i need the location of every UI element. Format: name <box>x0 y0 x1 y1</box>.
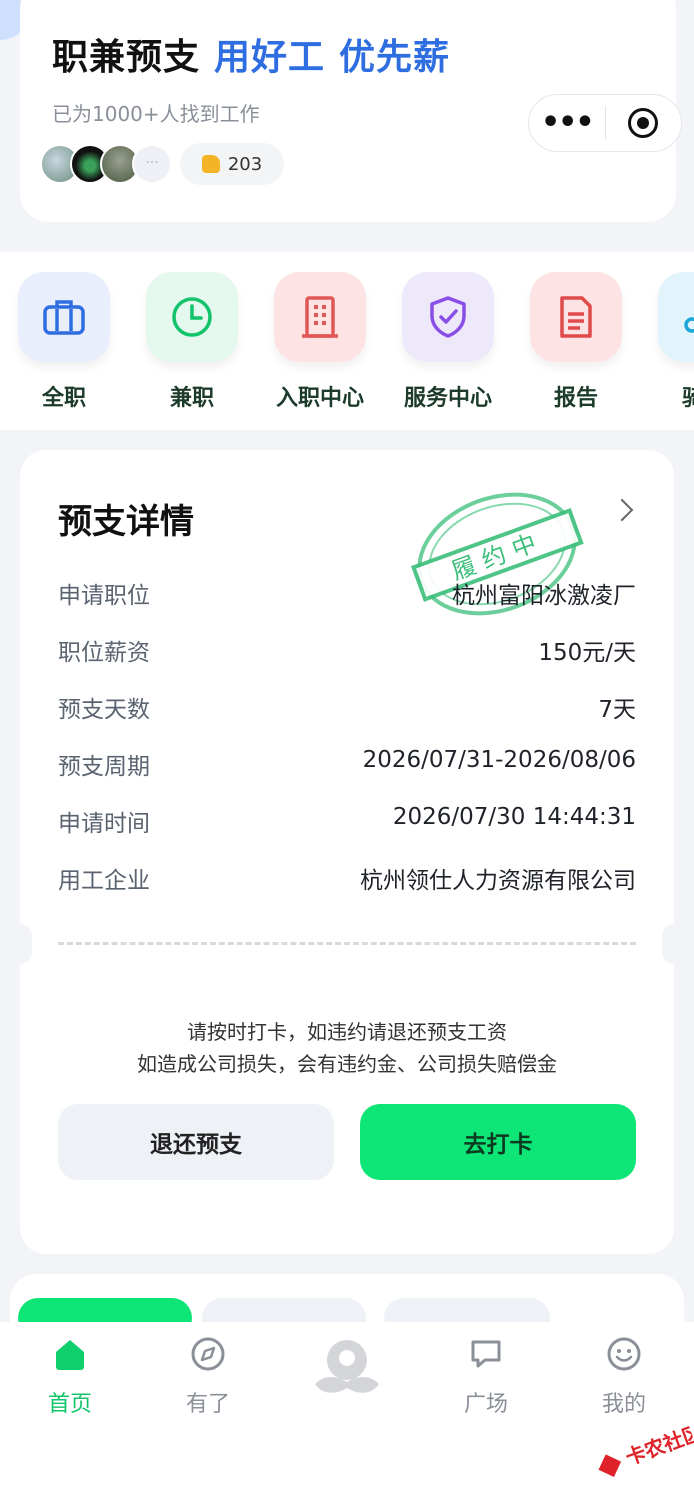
menu-item-rider[interactable]: 骑手 <box>640 272 694 412</box>
detail-row-salary: 职位薪资 150元/天 <box>58 633 636 667</box>
bottom-tab-bar: 首页 有了 广场 我的 <box>0 1322 694 1500</box>
tab-home[interactable]: 首页 <box>10 1336 130 1418</box>
chat-icon <box>471 1340 501 1368</box>
menu-item-label: 服务中心 <box>403 386 492 411</box>
detail-title: 预支详情 <box>58 502 194 542</box>
detail-row-apply-time: 申请时间 2026/07/30 14:44:31 <box>58 804 636 838</box>
card-notch-left <box>8 924 32 964</box>
tab-discover[interactable]: 有了 <box>148 1336 268 1418</box>
rider-icon <box>658 272 694 362</box>
detail-key: 职位薪资 <box>58 640 150 666</box>
dashed-divider <box>58 942 636 945</box>
detail-key: 申请职位 <box>58 583 150 609</box>
detail-value: 2026/07/31-2026/08/06 <box>362 747 636 773</box>
title-tag-1: 用好工 <box>214 37 326 78</box>
detail-row-period: 预支周期 2026/07/31-2026/08/06 <box>58 747 636 781</box>
menu-item-label: 入职中心 <box>275 386 364 411</box>
menu-item-fulltime[interactable]: 全职 <box>0 272 128 412</box>
menu-item-parttime[interactable]: 兼职 <box>128 272 256 412</box>
detail-value: 150元/天 <box>538 640 636 666</box>
detail-value: 杭州领仕人力资源有限公司 <box>360 868 636 894</box>
building-icon <box>274 272 366 362</box>
detail-row-employer: 用工企业 杭州领仕人力资源有限公司 <box>58 861 636 895</box>
like-button[interactable]: 203 <box>180 143 284 185</box>
target-icon <box>628 108 659 138</box>
tab-label: 有了 <box>185 1392 230 1417</box>
clock-icon <box>146 272 238 362</box>
menu-item-label: 报告 <box>553 386 598 411</box>
menu-item-label: 全职 <box>41 386 86 411</box>
detail-value: 杭州富阳冰激凌厂 <box>452 583 636 609</box>
title-main: 职兼预支 <box>52 37 201 78</box>
smile-icon <box>607 1337 641 1371</box>
compass-icon <box>191 1337 225 1371</box>
card-notch-right <box>662 924 686 964</box>
tab-label: 首页 <box>47 1392 92 1417</box>
briefcase-icon <box>18 272 110 362</box>
mascot-icon <box>315 1340 379 1393</box>
document-icon <box>530 272 622 362</box>
return-advance-button[interactable]: 退还预支 <box>58 1104 334 1180</box>
watermark-text: 卡农社区 <box>622 1420 694 1470</box>
home-icon <box>56 1340 84 1370</box>
miniapp-capsule: ••• <box>528 94 682 152</box>
category-menu: 全职 兼职 入职中心 服务中心 报告 骑手 <box>0 252 694 430</box>
menu-item-onboarding-center[interactable]: 入职中心 <box>256 272 384 412</box>
title-tag-2: 优先薪 <box>339 37 451 78</box>
detail-key: 用工企业 <box>58 868 150 894</box>
clock-in-button[interactable]: 去打卡 <box>360 1104 636 1180</box>
clock-in-notice: 请按时打卡，如违约请退还预支工资 如造成公司损失，会有违约金、公司损失赔偿金 <box>20 1016 674 1080</box>
notice-line-2: 如造成公司损失，会有违约金、公司损失赔偿金 <box>137 1052 557 1076</box>
shield-check-icon <box>402 272 494 362</box>
header-subtitle: 已为1000+人找到工作 <box>52 102 260 126</box>
more-options-icon[interactable]: ••• <box>529 108 605 138</box>
menu-item-label: 兼职 <box>169 386 214 411</box>
like-count: 203 <box>227 153 263 175</box>
fulfilling-stamp: 履约中 <box>410 492 584 616</box>
detail-value: 7天 <box>598 697 636 723</box>
menu-item-service-center[interactable]: 服务中心 <box>384 272 512 412</box>
detail-row-position: 申请职位 杭州富阳冰激凌厂 <box>58 576 636 610</box>
detail-key: 预支周期 <box>58 754 150 780</box>
detail-key: 预支天数 <box>58 697 150 723</box>
chevron-right-icon[interactable] <box>610 498 634 522</box>
menu-item-report[interactable]: 报告 <box>512 272 640 412</box>
close-miniapp-button[interactable] <box>606 108 682 138</box>
detail-key: 申请时间 <box>58 811 150 837</box>
more-avatars-icon: ··· <box>132 144 172 184</box>
page-title: 职兼预支 用好工 优先薪 <box>52 28 450 80</box>
menu-item-label: 骑手 <box>681 386 694 411</box>
tab-mascot[interactable] <box>287 1336 407 1412</box>
tab-label: 广场 <box>463 1392 508 1417</box>
detail-row-days: 预支天数 7天 <box>58 690 636 724</box>
thumbs-up-icon <box>201 155 220 173</box>
notice-line-1: 请按时打卡，如违约请退还预支工资 <box>187 1020 507 1044</box>
advance-detail-card: 预支详情 履约中 申请职位 杭州富阳冰激凌厂 职位薪资 150元/天 预支天数 … <box>8 450 686 1254</box>
detail-value: 2026/07/30 14:44:31 <box>392 804 636 830</box>
tab-square[interactable]: 广场 <box>426 1336 546 1418</box>
